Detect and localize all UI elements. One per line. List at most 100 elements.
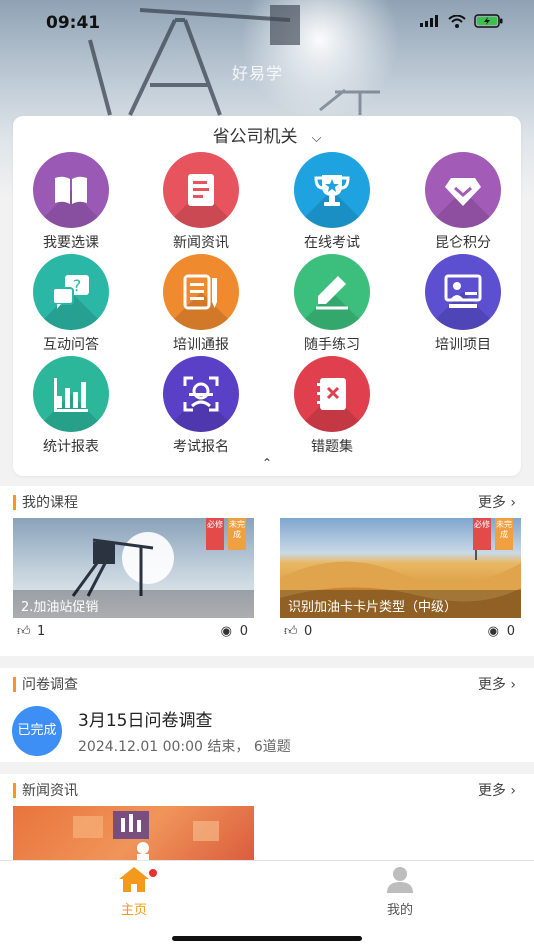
chevron-right-icon: › bbox=[505, 677, 516, 693]
survey-section: 问卷调查 更多 › 已完成 3月15日问卷调查 2024.12.01 00:00… bbox=[0, 668, 534, 762]
section-title: 我的课程 bbox=[22, 495, 78, 511]
section-header: 问卷调查 更多 › bbox=[0, 668, 534, 698]
more-link[interactable]: 更多 › bbox=[478, 492, 516, 512]
pencil-practice-icon bbox=[294, 254, 370, 330]
course-title: 2.加油站促销 bbox=[13, 590, 254, 618]
menu-item-select-course[interactable]: 我要选课 bbox=[11, 152, 131, 252]
course-card[interactable]: 必修 未完成 2.加油站促销 👍︎ 1 ◉ 0 bbox=[13, 518, 254, 639]
menu-item-training-bulletin[interactable]: 培训通报 bbox=[141, 254, 261, 354]
more-link[interactable]: 更多 › bbox=[478, 674, 516, 694]
menu-item-exam-registration[interactable]: 考试报名 bbox=[141, 356, 261, 456]
menu-item-practice[interactable]: 随手练习 bbox=[272, 254, 392, 354]
menu-item-qa[interactable]: ? 互动问答 bbox=[11, 254, 131, 354]
eye-icon: ◉ bbox=[220, 624, 232, 639]
menu-item-online-exam[interactable]: 在线考试 bbox=[272, 152, 392, 252]
section-header: 新闻资讯 更多 › bbox=[0, 774, 534, 804]
chevron-right-icon: › bbox=[505, 495, 516, 511]
section-title: 问卷调查 bbox=[22, 677, 78, 693]
thumb-up-icon: 👍︎ bbox=[284, 624, 298, 639]
menu-item-label: 错题集 bbox=[311, 439, 353, 455]
bulletin-icon bbox=[163, 254, 239, 330]
section-accent-bar bbox=[13, 495, 16, 510]
home-icon bbox=[117, 865, 159, 893]
tab-home[interactable]: 主页 bbox=[74, 865, 194, 918]
required-ribbon: 必修 bbox=[473, 518, 491, 550]
course-card[interactable]: 必修 未完成 识别加油卡卡片类型（中级） 👍︎ 0 ◉ 0 bbox=[280, 518, 521, 639]
course-title: 识别加油卡卡片类型（中级） bbox=[280, 590, 521, 618]
presentation-icon bbox=[425, 254, 501, 330]
question-chat-icon: ? bbox=[33, 254, 109, 330]
menu-item-label: 随手练习 bbox=[304, 337, 360, 353]
course-thumbnail: 必修 未完成 2.加油站促销 bbox=[13, 518, 254, 618]
menu-item-statistics[interactable]: 统计报表 bbox=[11, 356, 131, 456]
chevron-right-icon: › bbox=[505, 783, 516, 799]
section-accent-bar bbox=[13, 677, 16, 692]
bar-chart-icon bbox=[33, 356, 109, 432]
cellular-signal-icon bbox=[420, 15, 438, 27]
tab-home-label: 主页 bbox=[120, 903, 147, 918]
status-icons bbox=[420, 14, 504, 28]
svg-text:?: ? bbox=[73, 276, 82, 295]
tab-mine[interactable]: 我的 bbox=[340, 865, 460, 918]
menu-item-label: 我要选课 bbox=[43, 235, 99, 251]
more-link[interactable]: 更多 › bbox=[478, 780, 516, 800]
view-count: 0 bbox=[239, 624, 248, 639]
menu-item-label: 互动问答 bbox=[43, 337, 99, 353]
app-brand-watermark: 好易学 bbox=[232, 64, 284, 83]
menu-item-label: 新闻资讯 bbox=[173, 235, 229, 251]
menu-item-label: 培训通报 bbox=[173, 337, 229, 353]
status-ribbon: 未完成 bbox=[495, 518, 513, 550]
menu-item-news[interactable]: 新闻资讯 bbox=[141, 152, 261, 252]
bottom-tab-bar: 主页 我的 bbox=[0, 860, 534, 950]
notification-dot bbox=[147, 867, 159, 879]
chevron-down-icon[interactable]: ⌵ bbox=[312, 131, 322, 146]
menu-item-training-project[interactable]: 培训项目 bbox=[403, 254, 523, 354]
menu-item-label: 考试报名 bbox=[173, 439, 229, 455]
status-bar: 09:41 bbox=[0, 0, 534, 46]
status-ribbon: 未完成 bbox=[228, 518, 246, 550]
section-header: 我的课程 更多 › bbox=[0, 486, 534, 516]
menu-item-kunlun-points[interactable]: 昆仑积分 bbox=[403, 152, 523, 252]
trophy-icon bbox=[294, 152, 370, 228]
collapse-chevron-up-icon[interactable]: ⌃ bbox=[13, 456, 521, 470]
like-count: 0 bbox=[304, 624, 313, 639]
news-illustration bbox=[73, 811, 219, 864]
news-thumbnail[interactable] bbox=[13, 806, 254, 864]
course-meta: 👍︎ 0 ◉ 0 bbox=[280, 624, 521, 644]
status-time: 09:41 bbox=[46, 13, 101, 33]
menu-item-label: 统计报表 bbox=[43, 439, 99, 455]
menu-item-label: 在线考试 bbox=[304, 235, 360, 251]
org-selector[interactable]: 省公司机关 ⌵ bbox=[13, 122, 521, 147]
user-profile-icon bbox=[383, 865, 417, 893]
survey-title: 3月15日问卷调查 bbox=[78, 711, 213, 731]
more-label: 更多 bbox=[477, 677, 506, 693]
diamond-icon bbox=[425, 152, 501, 228]
like-count: 1 bbox=[37, 624, 46, 639]
required-ribbon: 必修 bbox=[206, 518, 224, 550]
news-document-icon bbox=[163, 152, 239, 228]
more-label: 更多 bbox=[477, 495, 506, 511]
open-book-icon bbox=[33, 152, 109, 228]
menu-item-label: 昆仑积分 bbox=[435, 235, 491, 251]
wifi-icon bbox=[448, 14, 466, 28]
battery-charging-icon bbox=[474, 14, 503, 28]
menu-item-wrong-questions[interactable]: 错题集 bbox=[272, 356, 392, 456]
course-thumbnail: 必修 未完成 识别加油卡卡片类型（中级） bbox=[280, 518, 521, 618]
course-meta: 👍︎ 1 ◉ 0 bbox=[13, 624, 254, 644]
function-menu-card: 省公司机关 ⌵ 我要选课 新闻资讯 在线考试 昆仑积分 ? 互动问答 培训通报 … bbox=[13, 116, 521, 476]
tab-mine-label: 我的 bbox=[386, 903, 413, 918]
view-count: 0 bbox=[506, 624, 515, 639]
news-section: 新闻资讯 更多 › bbox=[0, 774, 534, 864]
completed-badge: 已完成 bbox=[12, 706, 62, 756]
section-title: 新闻资讯 bbox=[22, 783, 78, 799]
org-selector-label: 省公司机关 bbox=[212, 127, 298, 147]
section-accent-bar bbox=[13, 783, 16, 798]
my-courses-section: 我的课程 更多 › 必修 未完成 2.加油站促销 👍︎ 1 ◉ 0 必修 未完成… bbox=[0, 486, 534, 656]
survey-subtitle: 2024.12.01 00:00 结束， 6道题 bbox=[78, 739, 291, 755]
home-indicator bbox=[172, 936, 362, 941]
thumb-up-icon: 👍︎ bbox=[17, 624, 31, 639]
face-scan-icon bbox=[163, 356, 239, 432]
more-label: 更多 bbox=[477, 783, 506, 799]
eye-icon: ◉ bbox=[487, 624, 499, 639]
menu-item-label: 培训项目 bbox=[435, 337, 491, 353]
